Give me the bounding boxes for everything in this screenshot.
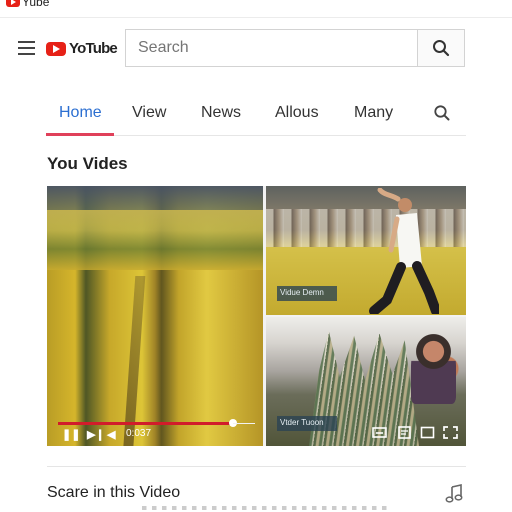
video-time: 0:037: [126, 428, 152, 439]
video-grid: Vidue Demn Vtder Tuoon ❚❚ ▶❙ ◀ 0:037: [47, 186, 466, 446]
top-logo[interactable]: Yube: [6, 0, 49, 9]
tab-allous[interactable]: Allous: [275, 104, 319, 122]
tab-news[interactable]: News: [201, 104, 241, 122]
youtube-play-icon: [6, 0, 20, 7]
section-divider: [47, 466, 466, 467]
primary-tabs: Home View News Allous Many: [46, 96, 466, 136]
search-button[interactable]: [417, 29, 465, 67]
runner-image: [369, 188, 439, 314]
search-icon: [433, 40, 450, 57]
youtube-logo-icon: [46, 41, 66, 56]
video-caption: Vidue Demn: [277, 286, 337, 301]
menu-icon[interactable]: [18, 41, 35, 55]
top-browser-bar: Yube: [0, 0, 512, 18]
fullscreen-icon[interactable]: [443, 426, 458, 439]
tab-home[interactable]: Home: [59, 104, 102, 122]
share-title: Scare in this Video: [47, 484, 181, 501]
next-icon[interactable]: ▶❙: [87, 428, 105, 441]
progress-bar[interactable]: [58, 419, 237, 427]
progress-remaining: [233, 423, 255, 424]
youtube-logo[interactable]: YoTube: [46, 40, 118, 57]
main-video-player[interactable]: [47, 186, 263, 446]
tab-view[interactable]: View: [132, 104, 166, 122]
search-icon: [434, 105, 450, 121]
menu-line: [18, 41, 35, 43]
section-title: You Vides: [47, 154, 128, 173]
menu-line: [18, 53, 35, 55]
player-right-controls: [372, 426, 462, 442]
menu-line: [18, 47, 35, 49]
faint-description-text: [142, 506, 392, 510]
pause-icon[interactable]: ❚❚: [62, 428, 80, 441]
video-controls: ❚❚ ▶❙ ◀ 0:037: [53, 419, 463, 444]
active-tab-underline: [46, 133, 114, 136]
search-input[interactable]: [125, 29, 417, 67]
volume-icon[interactable]: ◀: [107, 428, 115, 441]
youtube-logo-text: YoTube: [69, 40, 118, 57]
tab-many[interactable]: Many: [354, 104, 393, 122]
miniplayer-icon[interactable]: [420, 426, 435, 439]
settings-icon[interactable]: [397, 426, 412, 439]
top-logo-text: Yube: [22, 0, 50, 9]
tab-search-button[interactable]: [430, 101, 454, 125]
video-thumbnail-runner[interactable]: Vidue Demn: [266, 186, 466, 315]
app-header: YoTube: [0, 28, 512, 70]
captions-icon[interactable]: [372, 426, 387, 439]
music-note-icon[interactable]: [444, 484, 464, 504]
